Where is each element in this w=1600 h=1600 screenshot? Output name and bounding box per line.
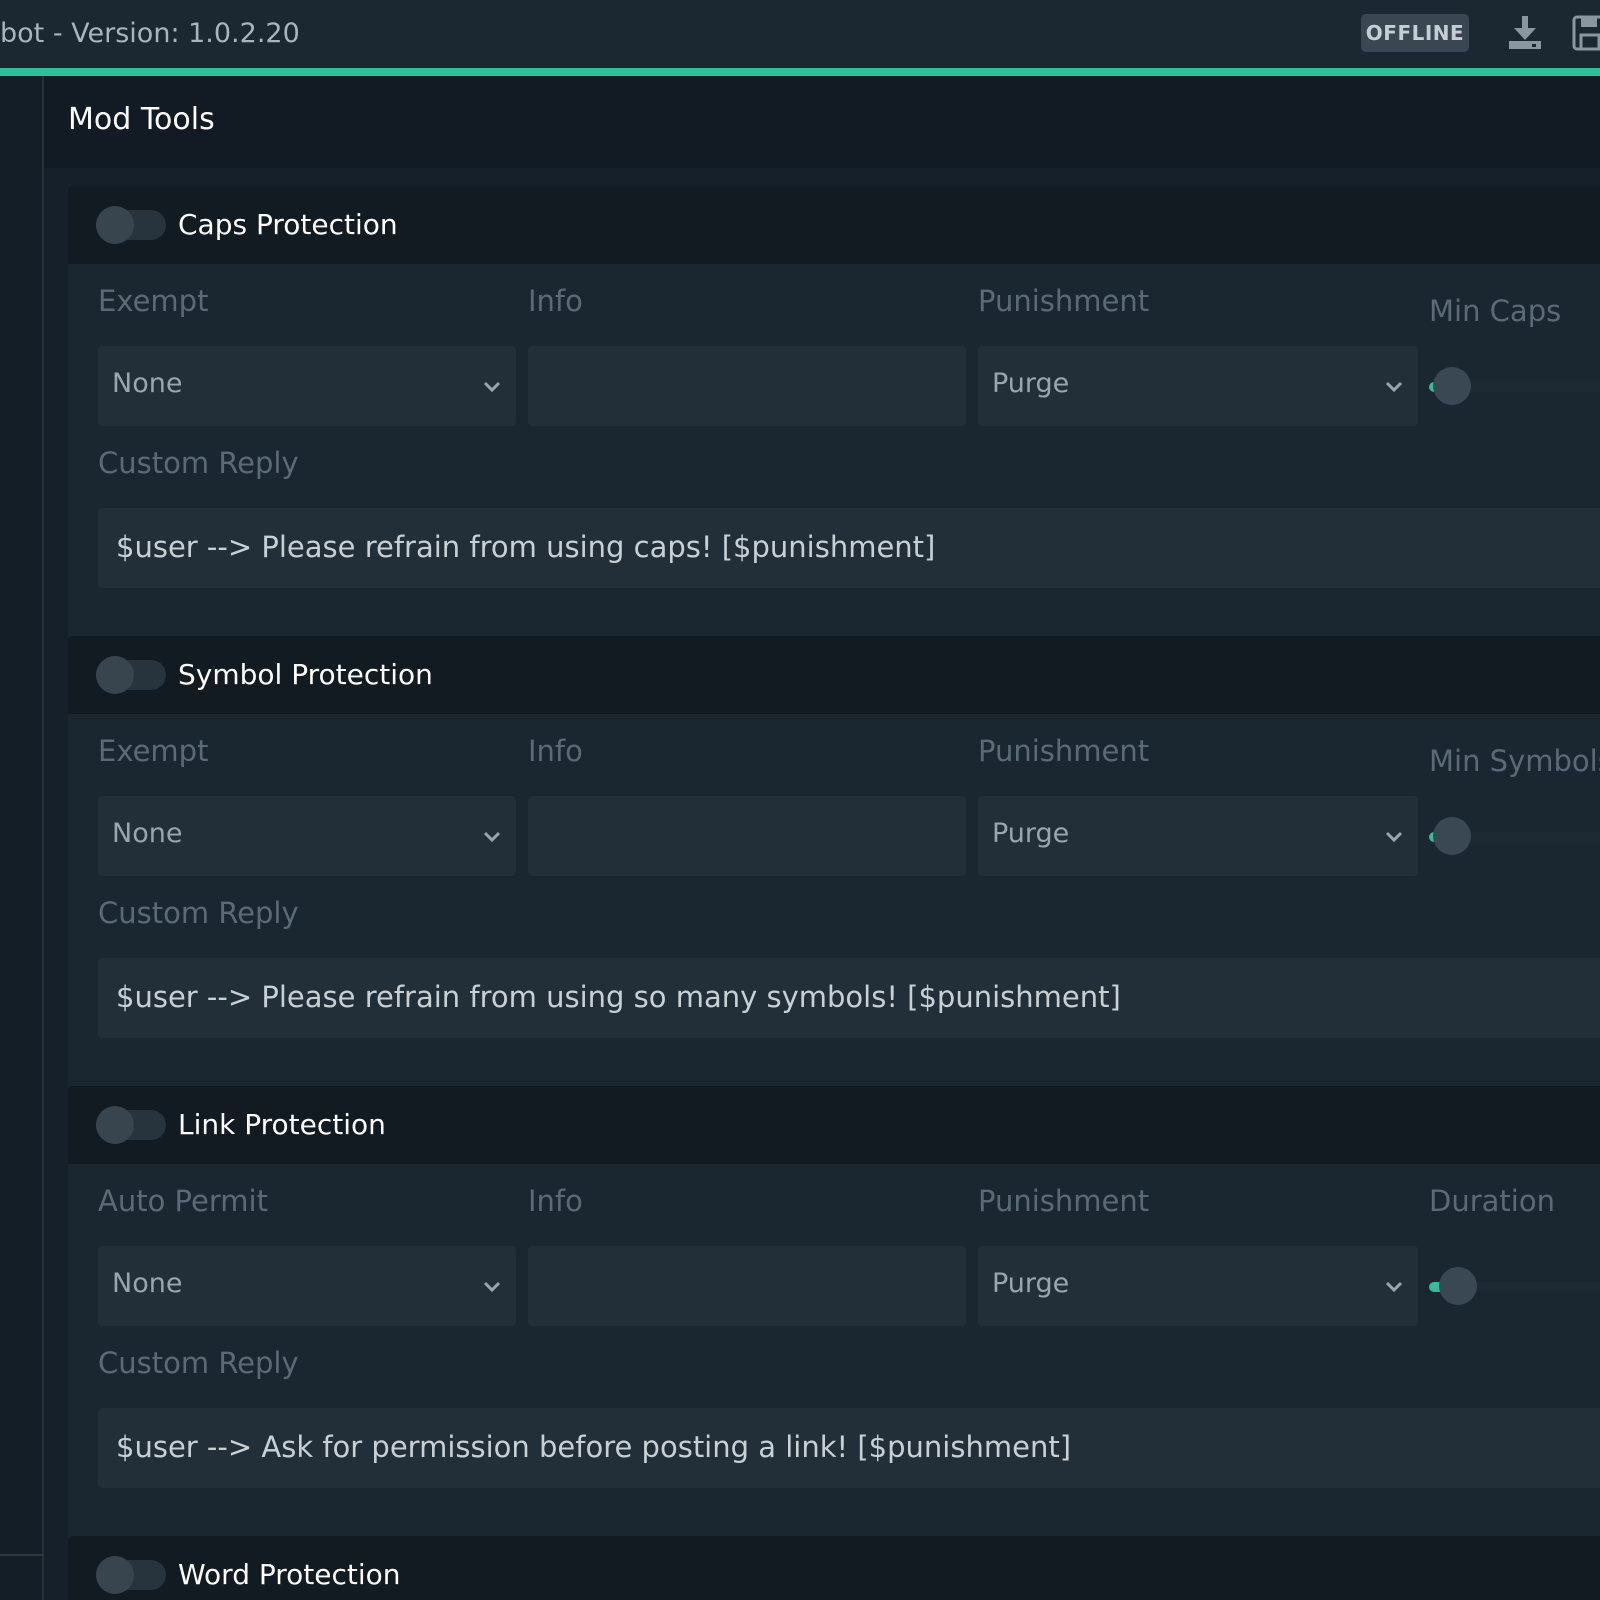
- card-header: Word Protection: [68, 1536, 1600, 1600]
- chevron-down-icon: [1385, 831, 1403, 843]
- min-caps-slider[interactable]: [1429, 366, 1600, 406]
- exempt-select[interactable]: None: [98, 796, 516, 876]
- punishment-select[interactable]: Purge: [978, 1246, 1418, 1326]
- chevron-down-icon: [483, 381, 501, 393]
- sidebar-divider: [0, 1554, 44, 1556]
- card-title: Link Protection: [178, 1108, 386, 1141]
- slider-thumb[interactable]: [1433, 367, 1471, 405]
- chevron-down-icon: [483, 831, 501, 843]
- card-body: Exempt Info Punishment Min Symbols None …: [68, 714, 1600, 1142]
- link-protection-card: Link Protection Auto Permit Info Punishm…: [68, 1086, 1600, 1592]
- info-label: Info: [528, 284, 583, 318]
- word-protection-toggle[interactable]: [96, 1556, 166, 1594]
- symbol-protection-toggle[interactable]: [96, 656, 166, 694]
- chevron-down-icon: [483, 1281, 501, 1293]
- auto-permit-select-value: None: [112, 1268, 183, 1299]
- custom-reply-value: $user --> Please refrain from using caps…: [116, 530, 936, 564]
- card-header: Caps Protection: [68, 186, 1600, 264]
- punishment-select[interactable]: Purge: [978, 346, 1418, 426]
- symbol-protection-card: Symbol Protection Exempt Info Punishment…: [68, 636, 1600, 1142]
- custom-reply-input[interactable]: $user --> Please refrain from using so m…: [98, 958, 1600, 1038]
- auto-permit-select[interactable]: None: [98, 1246, 516, 1326]
- page-header: Mod Tools: [44, 76, 1600, 168]
- info-input[interactable]: [528, 796, 966, 876]
- card-title: Word Protection: [178, 1558, 401, 1591]
- info-input[interactable]: [528, 346, 966, 426]
- title-bar: bot - Version: 1.0.2.20 OFFLINE: [0, 0, 1600, 68]
- custom-reply-value: $user --> Ask for permission before post…: [116, 1430, 1072, 1464]
- toggle-knob: [96, 206, 134, 244]
- info-input[interactable]: [528, 1246, 966, 1326]
- page-title: Mod Tools: [68, 102, 215, 137]
- custom-reply-value: $user --> Please refrain from using so m…: [116, 980, 1121, 1014]
- word-protection-card: Word Protection: [68, 1536, 1600, 1600]
- custom-reply-input[interactable]: $user --> Please refrain from using caps…: [98, 508, 1600, 588]
- custom-reply-input[interactable]: $user --> Ask for permission before post…: [98, 1408, 1600, 1488]
- download-icon[interactable]: [1506, 14, 1544, 52]
- min-symbols-slider[interactable]: [1429, 816, 1600, 856]
- toggle-knob: [96, 1556, 134, 1594]
- card-body: Exempt Info Punishment Min Caps None Pur…: [68, 264, 1600, 692]
- punishment-select-value: Purge: [992, 818, 1070, 849]
- sidebar: [0, 76, 44, 1600]
- card-title: Symbol Protection: [178, 658, 433, 691]
- card-header: Link Protection: [68, 1086, 1600, 1164]
- save-icon[interactable]: [1572, 14, 1600, 52]
- window-title: bot - Version: 1.0.2.20: [0, 18, 300, 49]
- min-symbols-label: Min Symbols: [1429, 744, 1600, 778]
- info-label: Info: [528, 1184, 583, 1218]
- duration-slider[interactable]: [1429, 1266, 1600, 1306]
- punishment-label: Punishment: [978, 734, 1150, 768]
- punishment-label: Punishment: [978, 1184, 1150, 1218]
- custom-reply-label: Custom Reply: [98, 446, 299, 480]
- caps-protection-toggle[interactable]: [96, 206, 166, 244]
- card-title: Caps Protection: [178, 208, 398, 241]
- caps-protection-card: Caps Protection Exempt Info Punishment M…: [68, 186, 1600, 692]
- chevron-down-icon: [1385, 1281, 1403, 1293]
- accent-line: [0, 68, 1600, 76]
- exempt-label: Exempt: [98, 734, 209, 768]
- custom-reply-label: Custom Reply: [98, 896, 299, 930]
- exempt-select-value: None: [112, 818, 183, 849]
- toggle-knob: [96, 1106, 134, 1144]
- punishment-select[interactable]: Purge: [978, 796, 1418, 876]
- auto-permit-label: Auto Permit: [98, 1184, 268, 1218]
- exempt-select-value: None: [112, 368, 183, 399]
- info-label: Info: [528, 734, 583, 768]
- chevron-down-icon: [1385, 381, 1403, 393]
- duration-label: Duration: [1429, 1184, 1555, 1218]
- exempt-label: Exempt: [98, 284, 209, 318]
- punishment-select-value: Purge: [992, 1268, 1070, 1299]
- card-header: Symbol Protection: [68, 636, 1600, 714]
- custom-reply-label: Custom Reply: [98, 1346, 299, 1380]
- main-content: Mod Tools Caps Protection Exempt Info Pu…: [44, 76, 1600, 1600]
- toggle-knob: [96, 656, 134, 694]
- exempt-select[interactable]: None: [98, 346, 516, 426]
- slider-thumb[interactable]: [1433, 817, 1471, 855]
- link-protection-toggle[interactable]: [96, 1106, 166, 1144]
- status-badge: OFFLINE: [1361, 14, 1469, 52]
- punishment-label: Punishment: [978, 284, 1150, 318]
- slider-thumb[interactable]: [1439, 1267, 1477, 1305]
- min-caps-label: Min Caps: [1429, 294, 1562, 328]
- card-body: Auto Permit Info Punishment Duration Non…: [68, 1164, 1600, 1592]
- punishment-select-value: Purge: [992, 368, 1070, 399]
